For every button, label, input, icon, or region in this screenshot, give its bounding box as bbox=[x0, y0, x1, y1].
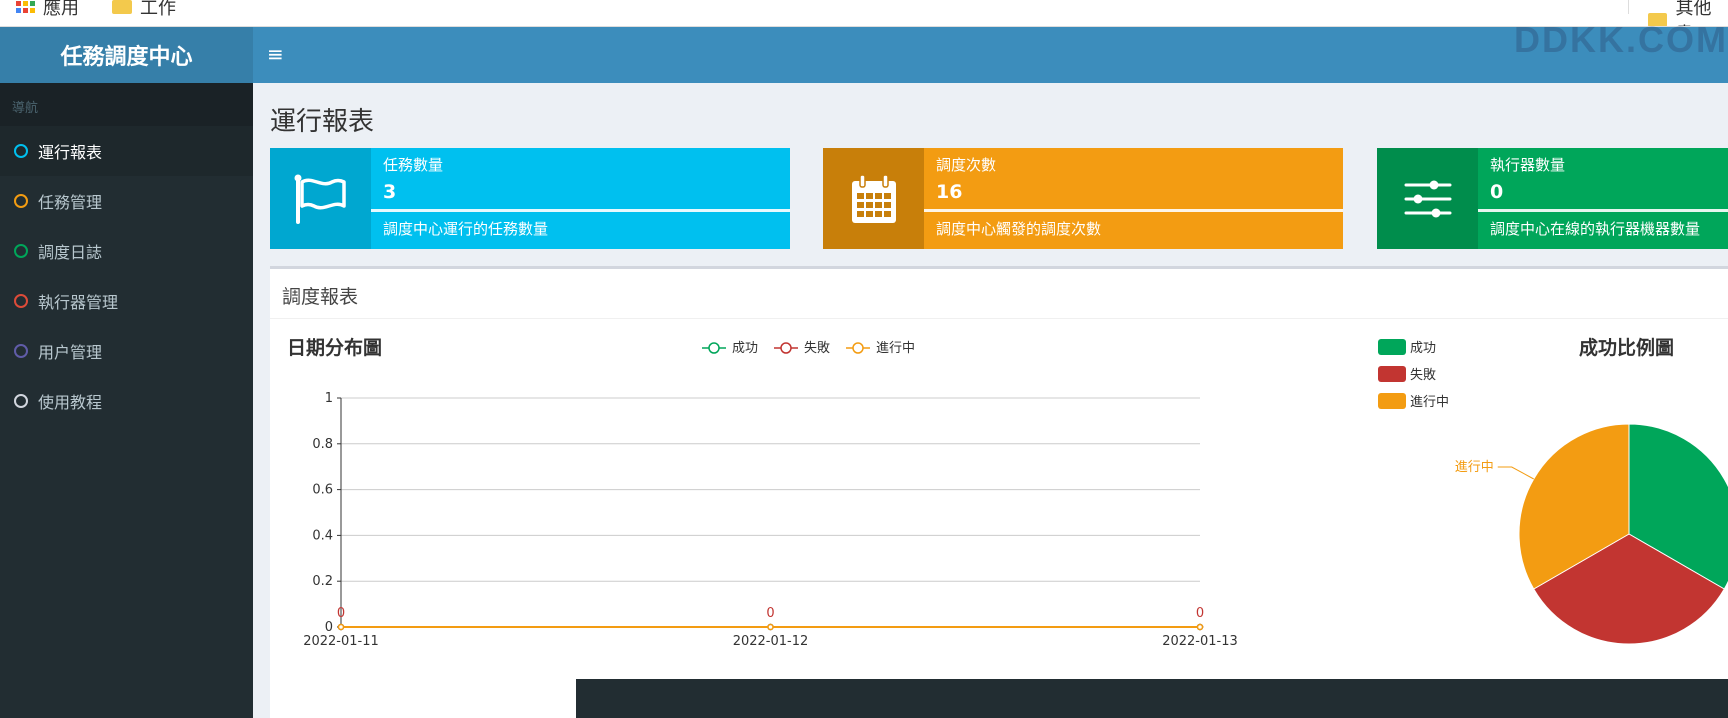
sidebar-item-label: 調度日誌 bbox=[38, 243, 103, 262]
info-box-number: 0 bbox=[1490, 181, 1504, 203]
bookmark-apps-label: 應用 bbox=[43, 0, 79, 19]
circle-icon bbox=[14, 194, 28, 208]
bottom-overlay-bar bbox=[576, 679, 1728, 718]
bookmark-work-label: 工作 bbox=[140, 0, 176, 19]
data-label: 0 bbox=[1196, 606, 1204, 621]
legend-label: 失敗 bbox=[804, 341, 830, 356]
y-tick-label: 0.2 bbox=[312, 574, 333, 589]
info-box-progress bbox=[1478, 209, 1728, 212]
calendar-icon bbox=[851, 173, 896, 223]
circle-icon bbox=[14, 244, 28, 258]
sidebar-item-label: 任務管理 bbox=[38, 193, 103, 212]
sidebar-item-label: 使用教程 bbox=[38, 393, 103, 412]
info-box-description: 調度中心運行的任務數量 bbox=[383, 220, 549, 238]
pie-label-line bbox=[1497, 466, 1534, 480]
data-point bbox=[337, 623, 345, 631]
circle-icon bbox=[14, 294, 28, 308]
bookmark-work[interactable]: 工作 bbox=[112, 0, 176, 20]
sidebar-item-run-report[interactable]: 運行報表 bbox=[0, 126, 253, 176]
info-box-label: 任務數量 bbox=[383, 156, 444, 174]
app-title: 任務調度中心 bbox=[60, 44, 193, 69]
info-box-label: 執行器數量 bbox=[1490, 156, 1566, 174]
y-tick-label: 0.6 bbox=[312, 483, 333, 498]
y-tick-label: 1 bbox=[325, 391, 333, 406]
sidebar-item-label: 運行報表 bbox=[38, 143, 103, 162]
info-box-number: 3 bbox=[383, 181, 397, 203]
sidebar-header: 導航 bbox=[0, 83, 253, 126]
app-logo[interactable]: 任務調度中心 bbox=[0, 27, 253, 83]
charts-svg: 成功 失敗 進行中00.20.40.60.812022-01-11 2022-01-1… bbox=[303, 341, 1728, 649]
sidebar-toggle-icon[interactable]: ≡ bbox=[267, 42, 284, 66]
circle-icon bbox=[14, 394, 28, 408]
data-label: 0 bbox=[766, 606, 774, 621]
legend-marker bbox=[780, 342, 792, 354]
info-box-description: 調度中心觸發的調度次數 bbox=[936, 220, 1102, 238]
legend-marker bbox=[708, 342, 720, 354]
info-box-icon-bg bbox=[270, 148, 371, 249]
x-tick-label: 2022-01-11 bbox=[303, 634, 379, 649]
info-box-executor-count: 執行器數量 0 調度中心在線的執行器機器數量 bbox=[1377, 148, 1728, 249]
data-point bbox=[767, 623, 774, 631]
legend-marker bbox=[852, 342, 864, 354]
sidebar-item-user-management[interactable]: 用户管理 bbox=[0, 326, 253, 376]
folder-icon bbox=[112, 0, 132, 14]
info-box-description: 調度中心在線的執行器機器數量 bbox=[1490, 220, 1701, 238]
watermark: DDKK.COM bbox=[1514, 19, 1728, 60]
info-box-progress bbox=[371, 209, 790, 212]
sidebar: 導航 運行報表 任務管理 調度日誌 執行器管理 用户管理 使用教程 bbox=[0, 83, 253, 718]
info-box-icon-bg bbox=[1377, 148, 1478, 249]
info-box-icon-bg bbox=[823, 148, 924, 249]
info-box-number: 16 bbox=[936, 181, 963, 203]
sidebar-item-task-management[interactable]: 任務管理 bbox=[0, 176, 253, 226]
y-tick-label: 0.8 bbox=[312, 437, 333, 452]
sliders-icon bbox=[1404, 180, 1451, 217]
dispatch-report-box: 調度報表 日期分布圖 成功比例圖 成功 失敗 進行中 成功 失敗 進行中 0 0.2 0.… bbox=[270, 266, 1728, 718]
data-point bbox=[1196, 623, 1204, 631]
sidebar-item-label: 用户管理 bbox=[38, 343, 103, 362]
top-navbar: ≡ DDKK.COM bbox=[253, 19, 1728, 83]
page-title: 運行報表 bbox=[270, 107, 375, 137]
y-tick-label: 0 bbox=[325, 620, 333, 635]
pie-slice-label: 進行中 bbox=[1455, 460, 1494, 475]
y-tick-label: 0.4 bbox=[312, 528, 333, 543]
info-box-task-count: 任務數量 3 調度中心運行的任務數量 bbox=[270, 148, 790, 249]
bookmarks-bar: 應用 工作 其他書 bbox=[0, 0, 1728, 27]
circle-icon bbox=[14, 144, 28, 158]
apps-icon bbox=[16, 1, 35, 13]
x-tick-label: 2022-01-13 bbox=[1162, 634, 1238, 649]
legend-label: 成功 bbox=[732, 341, 758, 356]
data-label: 0 bbox=[337, 606, 345, 621]
sidebar-item-dispatch-log[interactable]: 調度日誌 bbox=[0, 226, 253, 276]
bookmark-separator bbox=[1628, 0, 1629, 14]
legend-label: 進行中 bbox=[876, 341, 915, 356]
x-tick-label: 2022-01-12 bbox=[733, 634, 809, 649]
bookmark-apps[interactable]: 應用 bbox=[16, 0, 79, 20]
sidebar-item-tutorial[interactable]: 使用教程 bbox=[0, 376, 253, 426]
flag-icon bbox=[294, 174, 346, 224]
info-box-dispatch-count: 調度次數 16 調度中心觸發的調度次數 bbox=[823, 148, 1343, 249]
info-box-progress bbox=[924, 209, 1343, 212]
sidebar-item-label: 執行器管理 bbox=[38, 293, 119, 312]
info-box-label: 調度次數 bbox=[936, 156, 997, 174]
sidebar-item-executor-management[interactable]: 執行器管理 bbox=[0, 276, 253, 326]
circle-icon bbox=[14, 344, 28, 358]
